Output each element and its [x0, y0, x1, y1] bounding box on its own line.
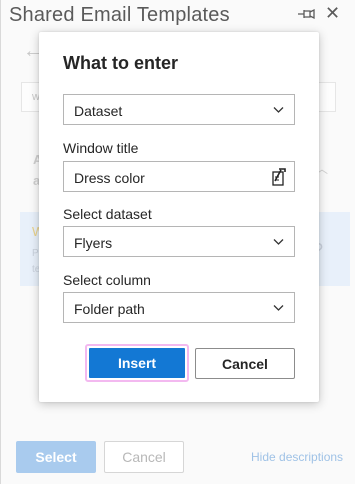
- taskpane: Shared Email Templates ✕ ← w A a ︿ W P t…: [0, 0, 355, 484]
- pane-cancel-button: Cancel: [104, 441, 184, 473]
- close-icon[interactable]: ✕: [325, 3, 340, 23]
- dataset-dropdown-value: Flyers: [74, 235, 113, 251]
- chevron-down-icon: [273, 239, 284, 245]
- edit-text-icon[interactable]: [270, 168, 287, 186]
- type-dropdown[interactable]: Dataset: [63, 94, 295, 125]
- template-card-desc-1: P: [32, 248, 39, 259]
- dataset-dropdown[interactable]: Flyers: [63, 226, 295, 257]
- dialog-title: What to enter: [63, 53, 178, 73]
- cancel-button[interactable]: Cancel: [195, 348, 295, 379]
- insert-button[interactable]: Insert: [85, 344, 189, 382]
- hide-descriptions-link: Hide descriptions: [251, 450, 344, 464]
- chevron-down-icon: [273, 107, 284, 113]
- window-title-value: Dress color: [74, 170, 145, 186]
- column-dropdown-value: Folder path: [74, 301, 145, 317]
- window-title-label: Window title: [63, 140, 139, 156]
- window-title-input[interactable]: Dress color: [63, 161, 295, 192]
- column-label: Select column: [63, 272, 151, 288]
- dataset-label: Select dataset: [63, 206, 152, 222]
- pane-title: Shared Email Templates: [9, 4, 230, 26]
- insert-button-label: Insert: [89, 348, 185, 378]
- type-dropdown-value: Dataset: [74, 103, 123, 119]
- column-dropdown[interactable]: Folder path: [63, 292, 295, 323]
- pin-icon[interactable]: [297, 6, 317, 22]
- what-to-enter-dialog: What to enter Dataset Window title Dress…: [39, 32, 319, 402]
- select-button: Select: [16, 441, 96, 473]
- chevron-down-icon: [273, 305, 284, 311]
